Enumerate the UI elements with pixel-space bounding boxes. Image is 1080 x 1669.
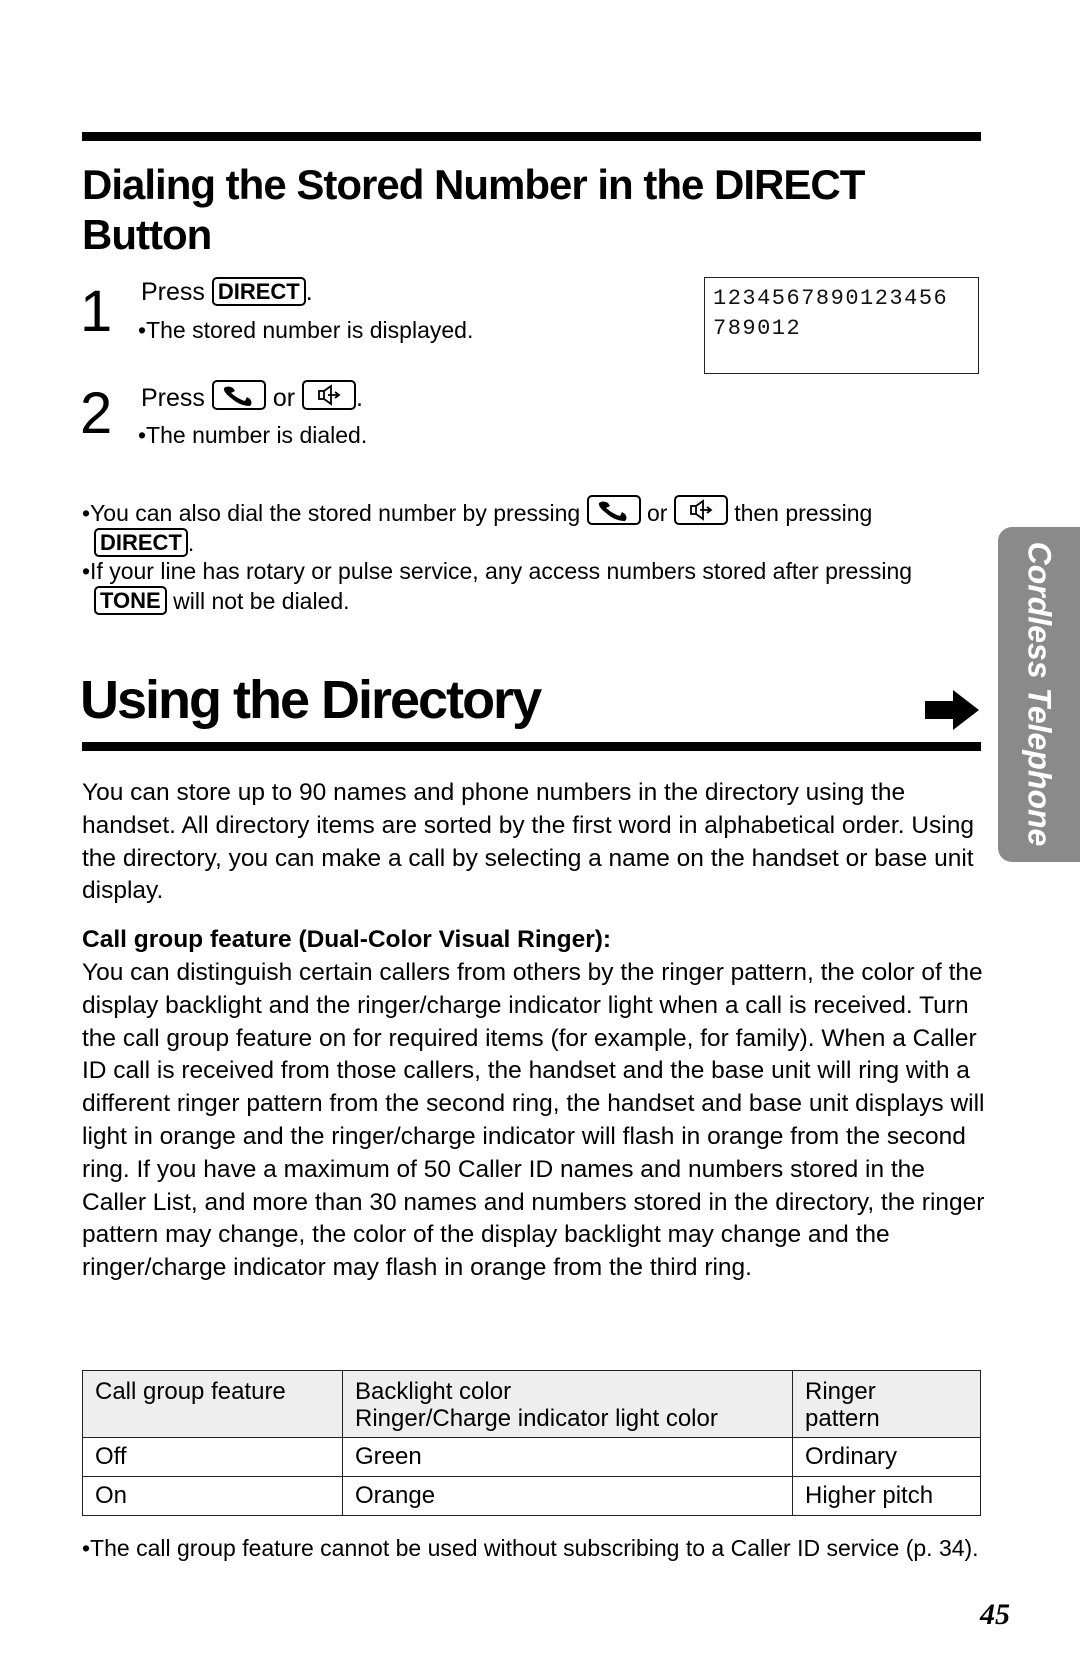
tone-key: TONE: [94, 586, 167, 615]
section-rule: [82, 742, 981, 751]
display-line-2: 789012: [713, 316, 802, 341]
step-1-note: •The stored number is displayed.: [138, 317, 474, 343]
section-title-direct-button: Dialing the Stored Number in the DIRECT …: [82, 161, 865, 258]
table-cell: On: [82, 1476, 343, 1516]
step-number-2: 2: [80, 381, 113, 446]
speakerphone-key: [673, 495, 728, 525]
table-cell: Ordinary: [792, 1437, 981, 1477]
header-line: Backlight color: [355, 1378, 512, 1405]
table-cell: Higher pitch: [792, 1476, 981, 1516]
table-header-cell: Ringer pattern: [792, 1370, 981, 1438]
table-header-cell: Backlight color Ringer/Charge indicator …: [342, 1370, 793, 1438]
header-line: Ringer/Charge indicator light color: [355, 1405, 718, 1432]
step-2-note: •The number is dialed.: [138, 422, 368, 448]
phone-handset-icon: [598, 501, 627, 521]
directory-intro: You can store up to 90 names and phone n…: [82, 779, 974, 905]
phone-handset-icon: [223, 386, 252, 406]
side-tab-label: Cordless Telephone: [1021, 541, 1058, 847]
table-row: Off Green Ordinary: [82, 1437, 981, 1477]
step-number-1: 1: [80, 279, 113, 344]
press-label: Press: [141, 278, 205, 306]
note-text: then pressing: [734, 500, 873, 526]
step-1-instruction: Press DIRECT.: [141, 277, 313, 307]
page-number: 45: [980, 1598, 1010, 1631]
talk-key: [211, 380, 266, 410]
table-header-cell: Call group feature: [82, 1370, 343, 1438]
note-text: •You can also dial the stored number by …: [82, 500, 581, 526]
period: .: [356, 384, 363, 412]
table-header-row: Call group feature Backlight color Ringe…: [82, 1370, 981, 1438]
call-group-table: Call group feature Backlight color Ringe…: [82, 1370, 981, 1516]
or-label: or: [646, 500, 668, 526]
table-cell: Off: [82, 1437, 343, 1477]
note-rotary-pulse: •If your line has rotary or pulse servic…: [82, 556, 982, 616]
header-line: pattern: [805, 1405, 880, 1432]
footnote-caller-id: •The call group feature cannot be used w…: [82, 1535, 979, 1561]
period: .: [305, 278, 313, 306]
speakerphone-icon: [318, 384, 341, 406]
table-row: On Orange Higher pitch: [82, 1476, 981, 1516]
note-text: •If your line has rotary or pulse servic…: [82, 558, 913, 584]
note-dial-stored-number: •You can also dial the stored number by …: [82, 495, 982, 558]
top-rule: [82, 132, 981, 141]
section-title-using-directory: Using the Directory: [80, 670, 542, 730]
press-label: Press: [141, 384, 205, 412]
call-group-description: You can distinguish certain callers from…: [82, 959, 985, 1282]
direct-key: DIRECT: [211, 277, 306, 306]
side-tab-cordless-telephone: Cordless Telephone: [998, 527, 1080, 862]
note-text: will not be dialed.: [173, 588, 350, 614]
direct-key: DIRECT: [94, 528, 188, 557]
handset-display: 1234567890123456 789012: [704, 277, 979, 374]
call-group-heading: Call group feature (Dual-Color Visual Ri…: [82, 926, 612, 953]
or-label: or: [272, 384, 296, 412]
talk-key: [586, 495, 641, 525]
table-cell: Green: [342, 1437, 793, 1477]
step-2-instruction: Press or .: [141, 380, 363, 413]
header-line: Ringer: [805, 1378, 876, 1405]
arrow-right-icon: [925, 690, 979, 730]
speakerphone-key: [302, 380, 356, 410]
speakerphone-icon: [689, 499, 713, 521]
display-line-1: 1234567890123456: [713, 286, 949, 311]
period: .: [187, 530, 195, 556]
table-cell: Orange: [342, 1476, 793, 1516]
